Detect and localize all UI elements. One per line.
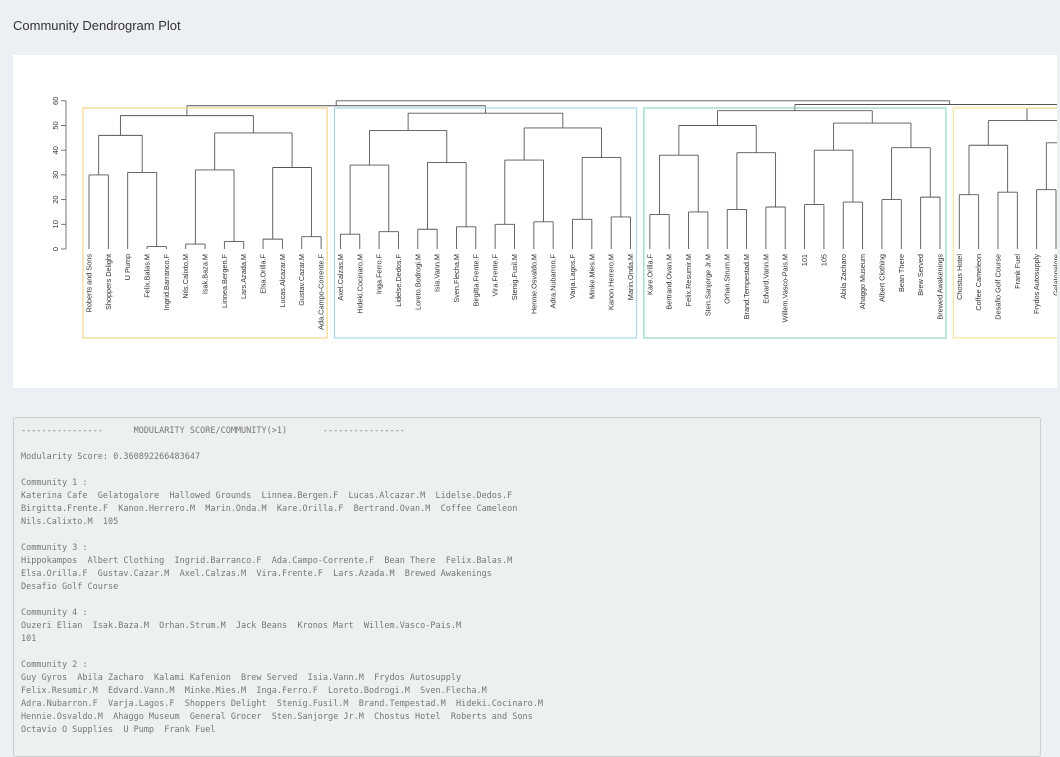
output-line: Community 4 : [21, 608, 88, 618]
leaf-label: Kare.Orilla.F [645, 253, 654, 294]
leaf-label: Chostus Hotel [955, 254, 964, 300]
leaf-label: Kanon.Herrero.M [607, 254, 616, 310]
y-tick-label: 60 [51, 97, 60, 105]
leaf-label: Ingrid.Barranco.F [162, 253, 171, 310]
cluster-box [82, 107, 328, 339]
leaf-label: Ahaggo Museum [858, 254, 867, 309]
cluster-box [333, 107, 638, 339]
output-line: Octavio O Supplies U Pump Frank Fuel [21, 725, 216, 735]
output-line: Community 1 : [21, 478, 88, 488]
leaf-label: Adra.Nubarron.F [549, 253, 558, 308]
leaf-label: Bertrand.Ovan.M [665, 254, 674, 310]
leaf-label: Marin.Onda.M [626, 254, 635, 300]
leaf-label: Frydos Autosupply [1032, 254, 1041, 314]
leaf-label: Vira.Frente.F [491, 253, 500, 296]
leaf-label: Albert Clothing [877, 254, 886, 302]
output-line: ---------------- MODULARITY SCORE/COMMUN… [21, 426, 405, 436]
output-line: Hippokampos Albert Clothing Ingrid.Barra… [21, 556, 513, 566]
leaf-label: Elsa.Orilla.F [259, 253, 268, 293]
y-tick-label: 20 [51, 195, 60, 203]
output-line: Guy Gyros Abila Zacharo Kalami Kafenion … [21, 673, 462, 683]
leaf-label: Abila Zacharo [839, 254, 848, 299]
output-line: Katerina Cafe Gelatogalore Hallowed Grou… [21, 491, 513, 501]
leaf-label: 101 [800, 254, 809, 266]
leaf-label: Willem.Vasco-Pais.M [781, 254, 790, 322]
leaf-label: Gelatogalore [1052, 254, 1058, 296]
leaf-label: Axel.Calzas.M [336, 254, 345, 301]
leaf-label: Birgitta.Frente.F [471, 253, 480, 306]
leaf-label: Bean There [897, 254, 906, 292]
output-line: Elsa.Orilla.F Gustav.Cazar.M Axel.Calzas… [21, 569, 492, 579]
leaf-label: Lidelse.Dedos.F [394, 253, 403, 306]
dendrogram-svg: Roberts and Sons Shoppers Delight U Pump Fe… [51, 97, 1058, 339]
leaf-label: Hennie.Osvaldo.M [529, 254, 538, 314]
y-tick-label: 0 [51, 247, 60, 251]
y-tick-label: 50 [51, 121, 60, 129]
leaf-label: Brand.Tempestad.M [742, 254, 751, 319]
output-line: 101 [21, 634, 37, 644]
leaf-label: Isia.Vann.M [433, 254, 442, 292]
leaf-label: Stenig.Fusil.M [510, 254, 519, 300]
leaf-label: Lars.Azada.M [239, 254, 248, 299]
output-line: Adra.Nubarron.F Varja.Lagos.F Shoppers D… [21, 699, 543, 709]
leaf-label: Edvard.Vann.M [761, 254, 770, 304]
leaf-label: Felix.Balas.M [143, 254, 152, 298]
leaf-label: Minke.Mies.M [587, 254, 596, 299]
leaf-label: Roberts and Sons [85, 254, 94, 313]
leaf-label: Desafio Golf Course [993, 254, 1002, 320]
y-tick-label: 40 [51, 146, 60, 154]
leaf-label: Nils.Calixto.M [181, 254, 190, 299]
leaf-label: Lucas.Alcazar.M [278, 254, 287, 308]
leaf-label: Sten.Sanjorge Jr.M [703, 254, 712, 316]
leaf-label: Ada.Campo-Corrente.F [317, 253, 326, 329]
leaf-label: Felix.Resumir.M [684, 254, 693, 306]
leaf-label: Coffee Cameleon [974, 254, 983, 311]
output-line: Felix.Resumir.M Edvard.Vann.M Minke.Mies… [21, 686, 487, 696]
leaf-label: Brewed Awakenings [935, 254, 944, 320]
y-tick-label: 30 [51, 171, 60, 179]
leaf-label: Frank Fuel [1013, 254, 1022, 289]
leaf-label: Shoppers Delight [104, 254, 113, 310]
leaf-label: Linnea.Bergen.F [220, 253, 229, 307]
leaf-label: Isak.Baza.M [201, 254, 210, 294]
output-line: Hennie.Osvaldo.M Ahaggo Museum General G… [21, 712, 533, 722]
leaf-label: Sven.Flecha.M [452, 254, 461, 303]
leaf-label: Brew Served [916, 254, 925, 296]
leaf-label: 105 [819, 254, 828, 266]
leaf-label: Loreto.Bodrogi.M [413, 254, 422, 310]
output-line: Birgitta.Frente.F Kanon.Herrero.M Marin.… [21, 504, 518, 514]
page-title: Community Dendrogram Plot [13, 18, 181, 33]
leaf-label: U Pump [123, 254, 132, 280]
leaf-label: Gustav.Cazar.M [297, 254, 306, 306]
output-line: Community 2 : [21, 660, 88, 670]
leaf-label: Hideki.Cocinaro.M [355, 254, 364, 314]
output-line: Nils.Calixto.M 105 [21, 517, 119, 527]
leaf-label: Inga.Ferro.F [375, 253, 384, 294]
leaf-label: Varja.Lagos.F [568, 253, 577, 298]
cluster-box [952, 107, 1057, 339]
leaf-label: Orhan.Strum.M [723, 254, 732, 304]
dendrogram-plot: Roberts and Sons Shoppers Delight U Pump Fe… [13, 55, 1057, 388]
modularity-output: ---------------- MODULARITY SCORE/COMMUN… [13, 417, 1041, 757]
output-line: Community 3 : [21, 543, 88, 553]
output-line: Modularity Score: 0.360892266483647 [21, 452, 201, 462]
output-line: Ouzeri Elian Isak.Baza.M Orhan.Strum.M J… [21, 621, 462, 631]
output-line: Desafio Golf Course [21, 582, 119, 592]
y-tick-label: 10 [51, 220, 60, 228]
